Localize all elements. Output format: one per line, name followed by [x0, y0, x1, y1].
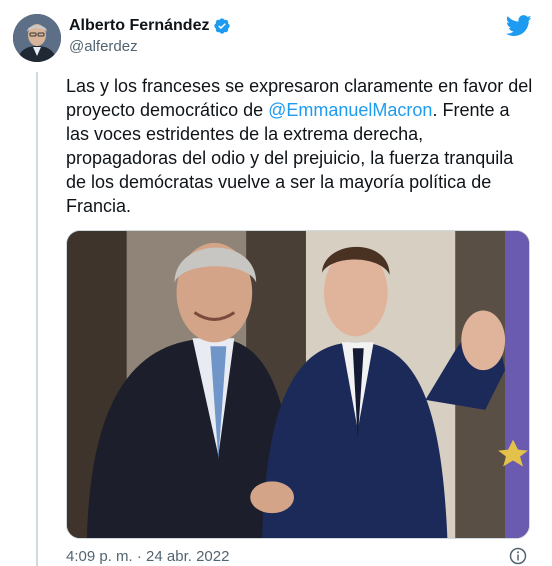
avatar[interactable] — [13, 14, 61, 62]
tweet-photo[interactable] — [66, 230, 530, 539]
photo-image — [67, 231, 529, 538]
author-display-name[interactable]: Alberto Fernández — [69, 17, 209, 35]
avatar-image — [13, 14, 61, 62]
mention-link[interactable]: @EmmanuelMacron — [268, 100, 432, 120]
author-handle[interactable]: @alferdez — [69, 38, 138, 55]
author-name-row: Alberto Fernández — [69, 15, 231, 37]
tweet-card: Alberto Fernández @alferdez Las y los fr… — [0, 0, 552, 566]
verified-badge-icon — [214, 18, 231, 34]
info-icon[interactable] — [509, 547, 527, 565]
tweet-text: Las y los franceses se expresaron claram… — [66, 74, 536, 218]
thread-line — [36, 72, 38, 566]
tweet-timestamp[interactable]: 4:09 p. m. · 24 abr. 2022 — [66, 548, 229, 565]
twitter-bird-icon[interactable] — [506, 15, 532, 37]
